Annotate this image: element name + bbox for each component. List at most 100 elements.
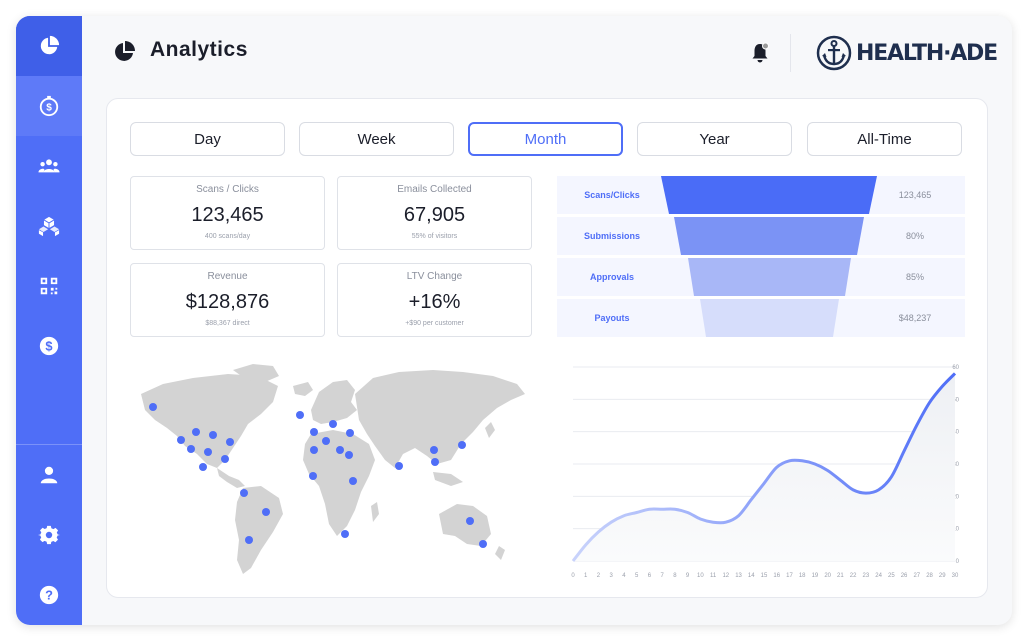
stat-label: LTV Change (406, 271, 463, 282)
boxes-icon (38, 216, 60, 237)
x-tick-labels: 0 1 2 3 4 5 6 7 8 9 10 11 12 13 14 15 16 17 18 19 20 21 22 23 24… (571, 573, 959, 579)
sidebar-item-profile[interactable] (16, 445, 82, 505)
top-bar: Analytics HEALTH·ADE (82, 16, 1012, 92)
funnel-label: Approvals (589, 272, 634, 282)
stat-sub: $88,367 direct (205, 320, 250, 327)
x-tick-label: 5 (635, 573, 639, 579)
map-dot (395, 462, 403, 470)
funnel-row-submissions: Submissions 80% (557, 217, 965, 255)
x-tick-label: 17 (786, 573, 793, 579)
tab-month[interactable]: Month (468, 122, 623, 156)
app-window: $ $ ? Analytics HEALTH·ADE Day Week Mont… (16, 16, 1012, 625)
map-dot (226, 438, 234, 446)
x-tick-label: 26 (901, 573, 908, 579)
x-tick-label: 11 (710, 573, 717, 579)
sidebar: $ $ ? (16, 16, 82, 625)
funnel-label: Scans/Clicks (584, 190, 640, 200)
x-tick-label: 24 (875, 573, 882, 579)
stat-label: Scans / Clicks (196, 184, 259, 195)
funnel-row-scans: Scans/Clicks 123,465 (557, 176, 965, 214)
x-tick-label: 12 (722, 573, 729, 579)
sidebar-item-help[interactable]: ? (16, 565, 82, 625)
map-dot (204, 448, 212, 456)
sidebar-item-payments[interactable]: $ (16, 316, 82, 376)
map-dot (322, 437, 330, 445)
map-dot (346, 429, 354, 437)
users-icon (38, 159, 60, 173)
user-icon (40, 466, 58, 484)
tab-year[interactable]: Year (637, 122, 792, 156)
x-tick-label: 21 (837, 573, 844, 579)
map-dot (458, 441, 466, 449)
map-dot (309, 472, 317, 480)
y-tick-label: 60 (952, 365, 959, 371)
help-icon: ? (39, 585, 59, 605)
x-tick-label: 10 (697, 573, 704, 579)
funnel-row-approvals: Approvals 85% (557, 258, 965, 296)
analytics-card: Day Week Month Year All-Time Scans / Cli… (106, 98, 988, 598)
page-title: Analytics (150, 38, 248, 61)
x-tick-label: 6 (648, 573, 652, 579)
x-tick-label: 27 (913, 573, 920, 579)
conversion-funnel: Scans/Clicks 123,465 Submissions 80% App… (557, 176, 965, 340)
dollar-icon: $ (39, 336, 59, 356)
x-tick-label: 28 (926, 573, 933, 579)
map-dot (336, 446, 344, 454)
map-dot (192, 428, 200, 436)
map-dot (177, 436, 185, 444)
pie-chart-icon (115, 41, 135, 61)
x-tick-label: 0 (571, 573, 575, 579)
x-tick-label: 22 (850, 573, 857, 579)
line-chart: 0102030405060 0 1 2 3 4 5 6 7 8 9 10 11 12 13 14 15 16 17… (571, 365, 960, 579)
map-dot (466, 517, 474, 525)
sidebar-item-users[interactable] (16, 136, 82, 196)
top-divider (790, 34, 791, 72)
map-land (141, 364, 525, 574)
stat-sub: 400 scans/day (204, 233, 251, 240)
y-tick-label: 0 (956, 559, 960, 565)
x-tick-label: 20 (824, 573, 831, 579)
sidebar-item-revenue[interactable]: $ (16, 76, 82, 136)
svg-text:?: ? (45, 588, 53, 603)
map-dot (240, 489, 248, 497)
sidebar-item-settings[interactable] (16, 505, 82, 565)
sidebar-item-qr[interactable] (16, 256, 82, 316)
tab-day[interactable]: Day (130, 122, 285, 156)
sidebar-item-analytics[interactable] (16, 16, 82, 76)
gear-icon (38, 525, 60, 545)
funnel-label: Submissions (583, 231, 640, 241)
map-dot (187, 445, 195, 453)
map-dot (310, 446, 318, 454)
x-tick-label: 23 (863, 573, 870, 579)
map-dot (431, 458, 439, 466)
svg-text:$: $ (46, 103, 52, 114)
x-tick-label: 18 (799, 573, 806, 579)
map-dot (479, 540, 487, 548)
funnel-row-payouts: Payouts $48,237 (557, 299, 965, 337)
x-tick-label: 2 (597, 573, 601, 579)
x-tick-label: 1 (584, 573, 588, 579)
tab-all-time[interactable]: All-Time (807, 122, 962, 156)
x-tick-label: 29 (939, 573, 946, 579)
x-tick-label: 25 (888, 573, 895, 579)
coin-timer-icon: $ (39, 95, 59, 117)
stat-card-revenue: Revenue $128,876 $88,367 direct (130, 263, 325, 337)
stat-card-emails: Emails Collected 67,905 55% of visitors (337, 176, 532, 250)
x-tick-label: 8 (673, 573, 677, 579)
map-dot (329, 420, 337, 428)
stat-card-ltv: LTV Change +16% +$90 per customer (337, 263, 532, 337)
map-dot (221, 455, 229, 463)
map-dot (430, 446, 438, 454)
stat-sub: +$90 per customer (405, 320, 464, 327)
bell-icon[interactable] (750, 42, 770, 64)
x-tick-label: 4 (622, 573, 626, 579)
sidebar-item-products[interactable] (16, 196, 82, 256)
funnel-value: $48,237 (898, 313, 932, 323)
x-tick-label: 16 (773, 573, 780, 579)
stat-value: 67,905 (403, 204, 466, 226)
brand-logo: HEALTH·ADE (816, 34, 998, 72)
map-dot (149, 403, 157, 411)
x-tick-label: 7 (660, 573, 664, 579)
tab-week[interactable]: Week (299, 122, 454, 156)
stat-card-scans: Scans / Clicks 123,465 400 scans/day (130, 176, 325, 250)
